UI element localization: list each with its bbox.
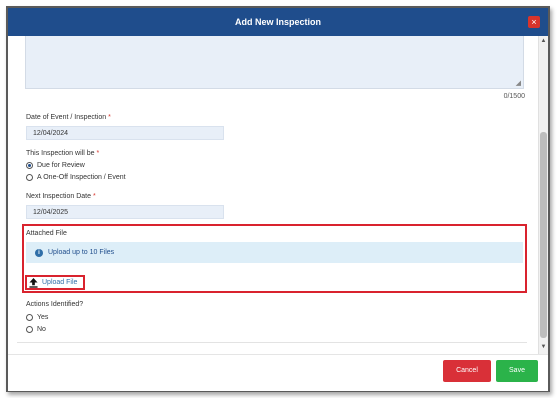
- add-inspection-dialog: Add New Inspection × ◢ 0/1500 Date of Ev…: [6, 6, 550, 392]
- info-icon: i: [35, 248, 43, 257]
- radio-one-off[interactable]: A One-Off Inspection / Event: [26, 174, 126, 181]
- radio-due-for-review[interactable]: Due for Review: [26, 162, 85, 169]
- radio-button[interactable]: [26, 314, 33, 321]
- inspection-type-label-text: This Inspection will be: [26, 150, 95, 157]
- radio-label: Yes: [37, 314, 49, 321]
- vertical-scrollbar[interactable]: ▲ ▼: [538, 36, 548, 354]
- radio-button[interactable]: [26, 162, 33, 169]
- dialog-title: Add New Inspection: [234, 17, 321, 27]
- resize-grip-icon[interactable]: ◢: [516, 79, 521, 87]
- actions-identified-label: Actions Identified?: [26, 301, 84, 308]
- radio-label: A One-Off Inspection / Event: [37, 174, 126, 181]
- scroll-down-icon[interactable]: ▼: [539, 344, 548, 352]
- scroll-up-icon[interactable]: ▲: [539, 38, 548, 46]
- date-of-event-label: Date of Event / Inspection *: [26, 114, 111, 121]
- required-mark: *: [108, 114, 111, 121]
- divider: [17, 342, 527, 343]
- radio-label: Due for Review: [37, 162, 85, 169]
- next-inspection-label-text: Next Inspection Date: [26, 193, 91, 200]
- description-textarea[interactable]: ◢: [25, 36, 524, 89]
- char-count: 0/1500: [503, 93, 525, 100]
- required-mark: *: [92, 193, 96, 200]
- dialog-body: ◢ 0/1500 Date of Event / Inspection * 12…: [8, 36, 536, 354]
- upload-icon: [29, 277, 38, 288]
- radio-no[interactable]: No: [26, 326, 46, 333]
- upload-info-bar: i Upload up to 10 Files: [26, 242, 523, 263]
- required-mark: *: [96, 150, 100, 157]
- upload-file-button[interactable]: Upload File: [25, 275, 85, 290]
- scroll-thumb[interactable]: [540, 132, 547, 338]
- radio-label: No: [37, 326, 46, 333]
- close-icon[interactable]: ×: [528, 16, 540, 28]
- radio-button[interactable]: [26, 174, 33, 181]
- save-button[interactable]: Save: [496, 360, 538, 382]
- attached-file-label: Attached File: [26, 230, 67, 237]
- dialog-footer: Cancel Save: [8, 354, 548, 391]
- upload-info-text: Upload up to 10 Files: [48, 249, 115, 256]
- date-of-event-label-text: Date of Event / Inspection: [26, 114, 107, 121]
- next-inspection-label: Next Inspection Date *: [26, 193, 96, 200]
- upload-file-label: Upload File: [42, 279, 78, 286]
- radio-button[interactable]: [26, 326, 33, 333]
- radio-yes[interactable]: Yes: [26, 314, 48, 321]
- inspection-type-label: This Inspection will be *: [26, 150, 99, 157]
- next-inspection-input[interactable]: 12/04/2025: [26, 205, 224, 219]
- dialog-header: Add New Inspection ×: [8, 8, 548, 36]
- date-of-event-input[interactable]: 12/04/2024: [26, 126, 224, 140]
- cancel-button[interactable]: Cancel: [443, 360, 491, 382]
